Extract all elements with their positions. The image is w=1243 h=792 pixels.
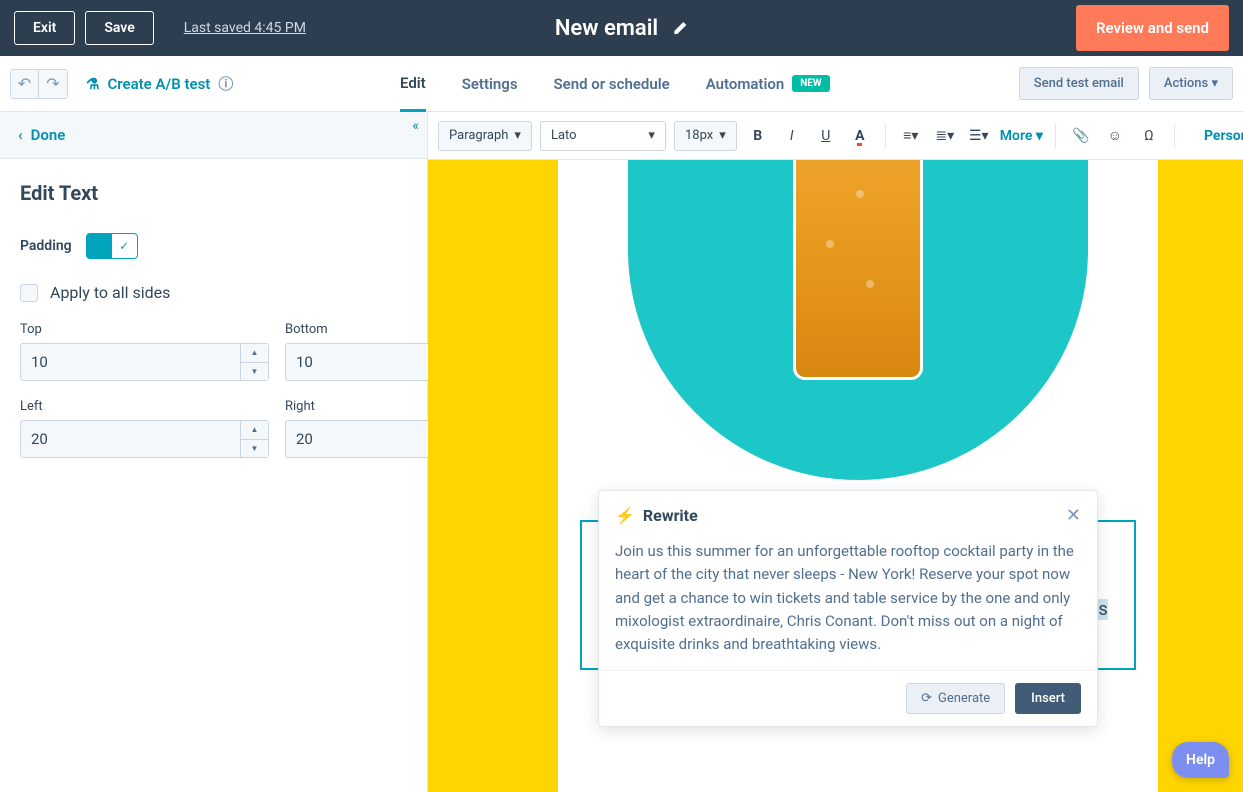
text-toolbar: Paragraph▾ Lato▾ 18px▾ B I U A ≡▾ ≣▾ ☰▾ … bbox=[428, 112, 1243, 160]
info-icon: ⓘ bbox=[218, 73, 233, 94]
review-send-button[interactable]: Review and send bbox=[1076, 5, 1229, 51]
save-button[interactable]: Save bbox=[85, 11, 153, 45]
refresh-icon: ⟳ bbox=[921, 691, 932, 706]
more-dropdown[interactable]: More bbox=[1000, 128, 1043, 144]
exit-button[interactable]: Exit bbox=[14, 11, 75, 45]
tab-automation[interactable]: Automation NEW bbox=[706, 56, 830, 112]
tab-settings[interactable]: Settings bbox=[462, 56, 518, 112]
generate-button[interactable]: ⟳Generate bbox=[906, 683, 1005, 714]
chevron-down-icon: ▾ bbox=[514, 128, 521, 143]
left-sidebar: « ‹ Done Edit Text Padding ✓ Apply to al… bbox=[0, 112, 428, 792]
rewrite-panel: ⚡ Rewrite ✕ Join us this summer for an u… bbox=[598, 490, 1098, 727]
main-tabs: Edit Settings Send or schedule Automatio… bbox=[400, 56, 830, 112]
padding-label: Padding bbox=[20, 238, 72, 254]
chevron-left-icon: ‹ bbox=[18, 126, 23, 144]
left-label: Left bbox=[20, 399, 269, 414]
ab-test-label: Create A/B test bbox=[107, 75, 210, 93]
create-ab-test-link[interactable]: ⚗ Create A/B test ⓘ bbox=[86, 73, 233, 94]
text-color-button[interactable]: A bbox=[847, 121, 873, 151]
tab-send-schedule[interactable]: Send or schedule bbox=[554, 56, 670, 112]
rewrite-body-text: Join us this summer for an unforgettable… bbox=[599, 540, 1097, 670]
new-badge: NEW bbox=[792, 75, 829, 92]
line-height-button[interactable]: ≣▾ bbox=[932, 121, 958, 151]
send-test-email-button[interactable]: Send test email bbox=[1019, 67, 1139, 100]
padding-top-input[interactable] bbox=[21, 344, 240, 380]
actions-dropdown[interactable]: Actions bbox=[1149, 67, 1233, 100]
apply-all-sides-label: Apply to all sides bbox=[50, 283, 170, 302]
check-icon: ✓ bbox=[112, 234, 137, 258]
undo-button[interactable]: ↶ bbox=[11, 70, 39, 98]
rewrite-title: Rewrite bbox=[643, 506, 698, 525]
list-button[interactable]: ☰▾ bbox=[966, 121, 992, 151]
canvas-area: Paragraph▾ Lato▾ 18px▾ B I U A ≡▾ ≣▾ ☰▾ … bbox=[428, 112, 1243, 792]
done-label: Done bbox=[31, 126, 66, 144]
email-canvas[interactable]: This summer, we'll be hosting a rooftop … bbox=[428, 160, 1243, 792]
tab-edit[interactable]: Edit bbox=[400, 56, 426, 112]
last-saved-link[interactable]: Last saved 4:45 PM bbox=[184, 20, 306, 36]
top-up-icon[interactable]: ▲ bbox=[241, 344, 268, 363]
bold-button[interactable]: B bbox=[745, 121, 771, 151]
apply-all-sides-checkbox[interactable] bbox=[20, 284, 38, 302]
top-label: Top bbox=[20, 322, 269, 337]
chevron-down-icon: ▾ bbox=[719, 128, 726, 143]
font-select[interactable]: Lato▾ bbox=[540, 121, 666, 151]
help-button[interactable]: Help bbox=[1172, 742, 1229, 778]
close-icon[interactable]: ✕ bbox=[1066, 505, 1081, 526]
personalize-link[interactable]: Personalize bbox=[1204, 128, 1243, 144]
align-button[interactable]: ≡▾ bbox=[898, 121, 924, 151]
left-down-icon[interactable]: ▼ bbox=[241, 440, 268, 458]
attachment-icon[interactable]: 📎 bbox=[1068, 121, 1094, 151]
underline-button[interactable]: U bbox=[813, 121, 839, 151]
drink-image bbox=[793, 160, 923, 380]
hero-circle bbox=[628, 160, 1088, 480]
paragraph-style-select[interactable]: Paragraph▾ bbox=[438, 121, 532, 151]
padding-toggle[interactable]: ✓ bbox=[86, 233, 138, 259]
padding-left-input[interactable] bbox=[21, 421, 240, 457]
second-bar: ↶ ↷ ⚗ Create A/B test ⓘ Edit Settings Se… bbox=[0, 56, 1243, 112]
italic-button[interactable]: I bbox=[779, 121, 805, 151]
undo-redo-group: ↶ ↷ bbox=[10, 69, 68, 99]
page-title: New email bbox=[555, 16, 658, 41]
flask-icon: ⚗ bbox=[86, 75, 99, 93]
chevron-down-icon: ▾ bbox=[648, 128, 655, 143]
sidebar-title: Edit Text bbox=[20, 181, 407, 205]
emoji-icon[interactable]: ☺ bbox=[1102, 121, 1128, 151]
font-size-select[interactable]: 18px▾ bbox=[674, 121, 737, 151]
bolt-icon: ⚡ bbox=[615, 506, 635, 525]
left-up-icon[interactable]: ▲ bbox=[241, 421, 268, 440]
redo-button[interactable]: ↷ bbox=[39, 70, 67, 98]
done-button[interactable]: ‹ Done bbox=[0, 112, 427, 159]
top-bar: Exit Save Last saved 4:45 PM New email R… bbox=[0, 0, 1243, 56]
omega-icon[interactable]: Ω bbox=[1136, 121, 1162, 151]
collapse-sidebar-icon[interactable]: « bbox=[412, 118, 419, 134]
edit-title-icon[interactable] bbox=[672, 20, 688, 36]
tab-automation-label: Automation bbox=[706, 75, 785, 93]
top-down-icon[interactable]: ▼ bbox=[241, 363, 268, 381]
insert-button[interactable]: Insert bbox=[1015, 683, 1081, 714]
